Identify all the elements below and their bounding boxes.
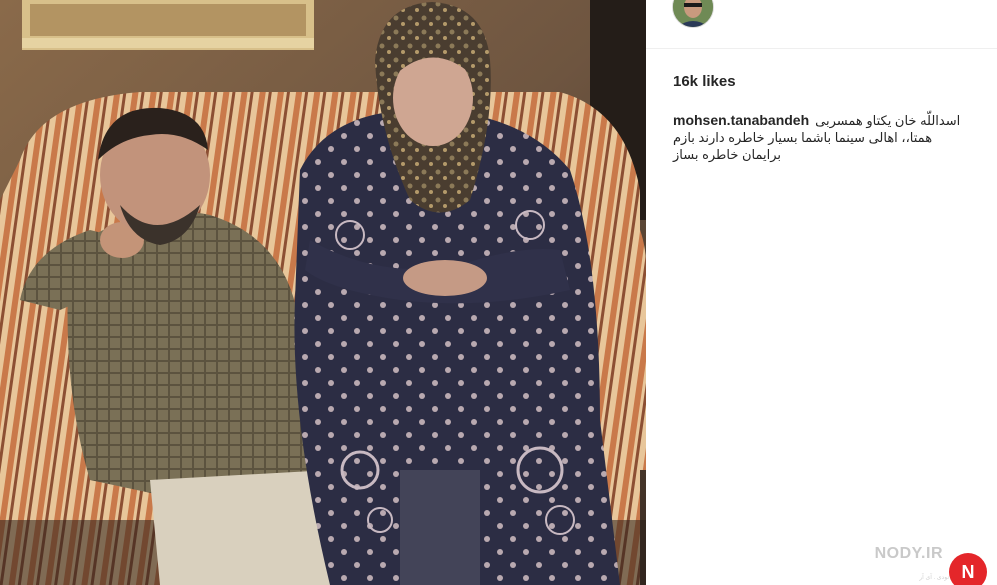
watermark-logo-icon: N bbox=[949, 553, 987, 585]
post-photo[interactable] bbox=[0, 0, 646, 585]
avatar-image bbox=[673, 0, 713, 27]
caption-username[interactable]: mohsen.tanabandeh bbox=[673, 112, 809, 128]
site-watermark: NODY.IR N bbox=[874, 535, 987, 585]
user-avatar[interactable] bbox=[672, 0, 714, 28]
post-details-panel: 16k likes mohsen.tanabandeh اسداللّه خان … bbox=[646, 0, 997, 585]
watermark-text: NODY.IR bbox=[874, 545, 943, 562]
watermark-subtext: نودی . آی آر bbox=[919, 575, 949, 581]
photo-illustration bbox=[0, 0, 646, 585]
likes-count[interactable]: 16k likes bbox=[673, 73, 736, 90]
post-header bbox=[646, 0, 997, 49]
instagram-post: 16k likes mohsen.tanabandeh اسداللّه خان … bbox=[0, 0, 997, 585]
post-caption: mohsen.tanabandeh اسداللّه خان یکتاو همسر… bbox=[673, 112, 973, 163]
